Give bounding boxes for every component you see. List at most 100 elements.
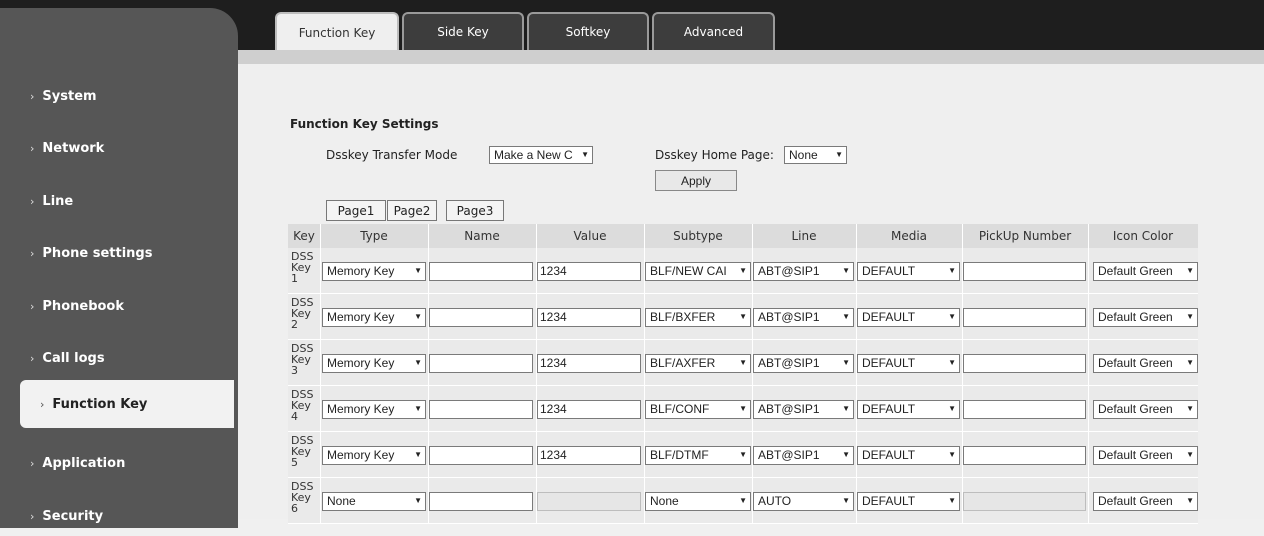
subtype-select[interactable]: BLF/DTMF ▼ (645, 446, 751, 465)
media-select[interactable]: DEFAULT ▼ (857, 492, 960, 511)
media-select[interactable]: DEFAULT ▼ (857, 354, 960, 373)
tab-advanced[interactable]: Advanced (652, 12, 775, 50)
value-input[interactable]: 1234 (537, 400, 641, 419)
icon-color-select[interactable]: Default Green ▼ (1093, 446, 1198, 465)
media-select[interactable]: DEFAULT ▼ (857, 262, 960, 281)
col-header-value: Value (573, 229, 607, 243)
line-select[interactable]: AUTO ▼ (753, 492, 854, 511)
sidebar-item-security[interactable]: › Security (0, 496, 230, 536)
icon-color-select[interactable]: Default Green ▼ (1093, 492, 1198, 511)
select-value: DEFAULT (862, 402, 916, 416)
subtype-select[interactable]: BLF/NEW CAI ▼ (645, 262, 751, 281)
subtype-select[interactable]: BLF/AXFER ▼ (645, 354, 751, 373)
sidebar-item-phone-settings[interactable]: › Phone settings (0, 233, 230, 273)
line-select[interactable]: ABT@SIP1 ▼ (753, 308, 854, 327)
line-select[interactable]: ABT@SIP1 ▼ (753, 400, 854, 419)
sidebar-item-label: Line (42, 193, 74, 209)
select-value: DEFAULT (862, 310, 916, 324)
media-select[interactable]: DEFAULT ▼ (857, 400, 960, 419)
subtype-select[interactable]: None ▼ (645, 492, 751, 511)
type-select[interactable]: Memory Key ▼ (322, 308, 426, 327)
sidebar-item-label: Network (42, 140, 105, 156)
sidebar-item-application[interactable]: › Application (0, 443, 230, 483)
apply-button[interactable]: Apply (655, 170, 737, 191)
sidebar-item-network[interactable]: › Network (0, 128, 230, 168)
type-select[interactable]: Memory Key ▼ (322, 354, 426, 373)
col-header-name: Name (464, 229, 500, 243)
sidebar-item-function-key[interactable]: › Function Key (20, 380, 234, 428)
dropdown-arrow-icon: ▼ (842, 404, 850, 413)
column-divider (856, 224, 857, 524)
tab-function-key[interactable]: Function Key (275, 12, 399, 52)
pickup-number-input[interactable] (963, 354, 1086, 373)
name-input[interactable] (429, 262, 533, 281)
tab-side-key[interactable]: Side Key (402, 12, 524, 50)
name-input[interactable] (429, 446, 533, 465)
icon-color-select[interactable]: Default Green ▼ (1093, 308, 1198, 327)
icon-color-select[interactable]: Default Green ▼ (1093, 400, 1198, 419)
line-select[interactable]: ABT@SIP1 ▼ (753, 354, 854, 373)
name-input[interactable] (429, 308, 533, 327)
key-number: 3 (291, 364, 298, 377)
value-input[interactable]: 1234 (537, 262, 641, 281)
page1-button[interactable]: Page1 (326, 200, 386, 221)
type-select[interactable]: Memory Key ▼ (322, 262, 426, 281)
transfer-mode-select[interactable]: Make a New C ▼ (489, 146, 593, 164)
value-input[interactable] (537, 492, 641, 511)
subtype-select[interactable]: BLF/BXFER ▼ (645, 308, 751, 327)
select-value: ABT@SIP1 (758, 310, 820, 324)
sidebar-item-call-logs[interactable]: › Call logs (0, 338, 230, 378)
chevron-right-icon: › (30, 141, 35, 155)
page3-button[interactable]: Page3 (446, 200, 504, 221)
pickup-number-input[interactable] (963, 400, 1086, 419)
dropdown-arrow-icon: ▼ (414, 266, 422, 275)
type-select[interactable]: Memory Key ▼ (322, 446, 426, 465)
col-header-pickup-number: PickUp Number (978, 229, 1072, 243)
select-value: Memory Key (327, 448, 395, 462)
chevron-right-icon: › (40, 397, 45, 411)
select-value: DEFAULT (862, 264, 916, 278)
type-select[interactable]: Memory Key ▼ (322, 400, 426, 419)
dropdown-arrow-icon: ▼ (842, 312, 850, 321)
pickup-number-input[interactable] (963, 492, 1086, 511)
name-input[interactable] (429, 492, 533, 511)
value-input[interactable]: 1234 (537, 308, 641, 327)
name-input[interactable] (429, 400, 533, 419)
line-select[interactable]: ABT@SIP1 ▼ (753, 262, 854, 281)
sidebar-item-label: Function Key (52, 396, 148, 412)
value-input[interactable]: 1234 (537, 446, 641, 465)
col-header-line: Line (791, 229, 817, 243)
sidebar-item-phonebook[interactable]: › Phonebook (0, 286, 230, 326)
sidebar-item-line[interactable]: › Line (0, 181, 230, 221)
column-divider (536, 224, 537, 524)
select-value: Default Green (1098, 264, 1173, 278)
home-page-select[interactable]: None ▼ (784, 146, 847, 164)
pickup-number-input[interactable] (963, 446, 1086, 465)
subtype-select[interactable]: BLF/CONF ▼ (645, 400, 751, 419)
type-select[interactable]: None ▼ (322, 492, 426, 511)
tab-softkey[interactable]: Softkey (527, 12, 649, 50)
icon-color-select[interactable]: Default Green ▼ (1093, 354, 1198, 373)
sidebar-item-system[interactable]: › System (0, 76, 230, 116)
column-divider (962, 224, 963, 524)
dropdown-arrow-icon: ▼ (739, 358, 747, 367)
dropdown-arrow-icon: ▼ (739, 404, 747, 413)
media-select[interactable]: DEFAULT ▼ (857, 308, 960, 327)
select-value: Default Green (1098, 310, 1173, 324)
line-select[interactable]: ABT@SIP1 ▼ (753, 446, 854, 465)
page2-button[interactable]: Page2 (387, 200, 437, 221)
pickup-number-input[interactable] (963, 308, 1086, 327)
dropdown-arrow-icon: ▼ (842, 450, 850, 459)
icon-color-select[interactable]: Default Green ▼ (1093, 262, 1198, 281)
select-value: Memory Key (327, 310, 395, 324)
value-input[interactable]: 1234 (537, 354, 641, 373)
sidebar: › System › Network › Line › Phone settings ›… (0, 8, 238, 528)
select-value: DEFAULT (862, 356, 916, 370)
col-header-media: Media (890, 229, 928, 243)
select-value: Memory Key (327, 264, 395, 278)
pickup-number-input[interactable] (963, 262, 1086, 281)
sidebar-item-label: System (42, 88, 97, 104)
name-input[interactable] (429, 354, 533, 373)
media-select[interactable]: DEFAULT ▼ (857, 446, 960, 465)
dropdown-arrow-icon: ▼ (739, 496, 747, 505)
